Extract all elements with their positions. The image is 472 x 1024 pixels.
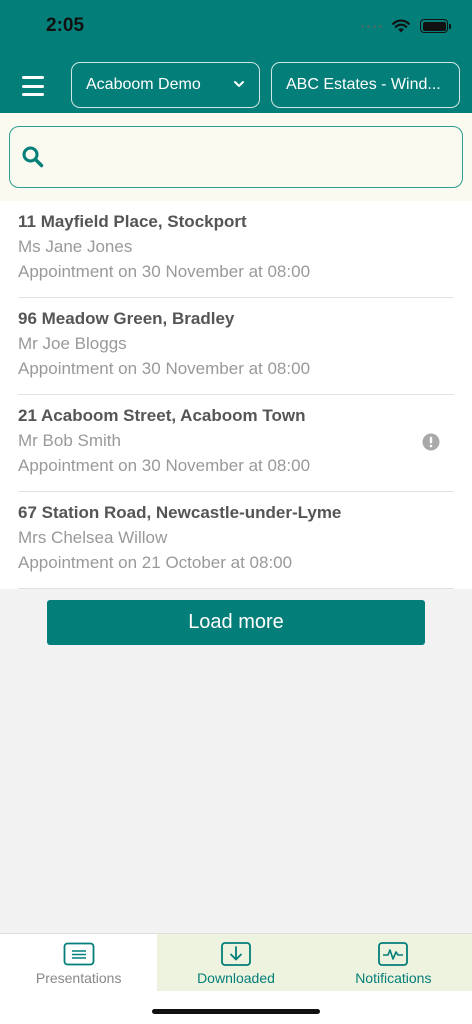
appointment-list: 11 Mayfield Place, Stockport Ms Jane Jon… — [0, 201, 472, 589]
home-indicator[interactable] — [152, 1009, 320, 1014]
appointment-address: 21 Acaboom Street, Acaboom Town — [18, 406, 306, 425]
list-item[interactable]: 21 Acaboom Street, Acaboom Town Mr Bob S… — [0, 395, 472, 492]
appointment-customer: Mr Joe Bloggs — [18, 334, 127, 353]
download-icon — [221, 942, 251, 966]
status-time: 2:05 — [46, 15, 85, 36]
appointment-address: 11 Mayfield Place, Stockport — [18, 212, 247, 231]
pulse-icon — [378, 942, 409, 966]
search-input[interactable] — [56, 137, 451, 177]
search-area — [0, 113, 472, 201]
signal-dots-icon — [361, 24, 382, 28]
appointment-customer: Mrs Chelsea Willow — [18, 528, 168, 547]
tab-label: Notifications — [355, 970, 432, 986]
client-dropdown-value: ABC Estates - Wind... — [286, 76, 441, 93]
appointment-customer: Ms Jane Jones — [18, 237, 133, 256]
list-item[interactable]: 67 Station Road, Newcastle-under-Lyme Mr… — [0, 492, 472, 589]
appointment-time: Appointment on 21 October at 08:00 — [18, 553, 293, 572]
home-area — [0, 991, 472, 1024]
chevron-down-icon — [234, 81, 244, 87]
list-item[interactable]: 96 Meadow Green, Bradley Mr Joe Bloggs A… — [0, 298, 472, 395]
battery-icon — [420, 19, 451, 33]
list-item[interactable]: 11 Mayfield Place, Stockport Ms Jane Jon… — [0, 201, 472, 298]
hamburger-menu-icon[interactable] — [22, 76, 44, 96]
divider — [18, 588, 454, 589]
appointment-time: Appointment on 30 November at 08:00 — [18, 456, 311, 475]
tab-downloaded[interactable]: Downloaded — [157, 934, 315, 991]
company-dropdown[interactable]: Acaboom Demo — [71, 62, 260, 108]
appointment-customer: Mr Bob Smith — [18, 431, 121, 450]
tab-notifications[interactable]: Notifications — [314, 934, 472, 991]
appointment-address: 96 Meadow Green, Bradley — [18, 309, 235, 328]
status-icons — [361, 17, 451, 35]
appointment-time: Appointment on 30 November at 08:00 — [18, 359, 311, 378]
tab-label: Presentations — [35, 970, 122, 986]
header-bar: 2:05 Acaboom Demo ABC Estates - Wind... — [0, 0, 472, 113]
wifi-icon — [392, 19, 410, 33]
tab-bar: Presentations Downloaded Notifications — [0, 933, 472, 991]
search-icon — [22, 146, 44, 168]
presentation-icon — [63, 942, 95, 966]
appointment-address: 67 Station Road, Newcastle-under-Lyme — [18, 503, 342, 522]
client-dropdown[interactable]: ABC Estates - Wind... — [271, 62, 460, 108]
search-box[interactable] — [9, 126, 463, 188]
exclamation-circle-icon[interactable] — [422, 433, 440, 451]
tab-label: Downloaded — [197, 970, 275, 986]
company-dropdown-value: Acaboom Demo — [86, 76, 201, 93]
appointment-time: Appointment on 30 November at 08:00 — [18, 262, 311, 281]
load-more-button[interactable]: Load more — [47, 600, 425, 645]
tab-presentations[interactable]: Presentations — [0, 934, 158, 991]
